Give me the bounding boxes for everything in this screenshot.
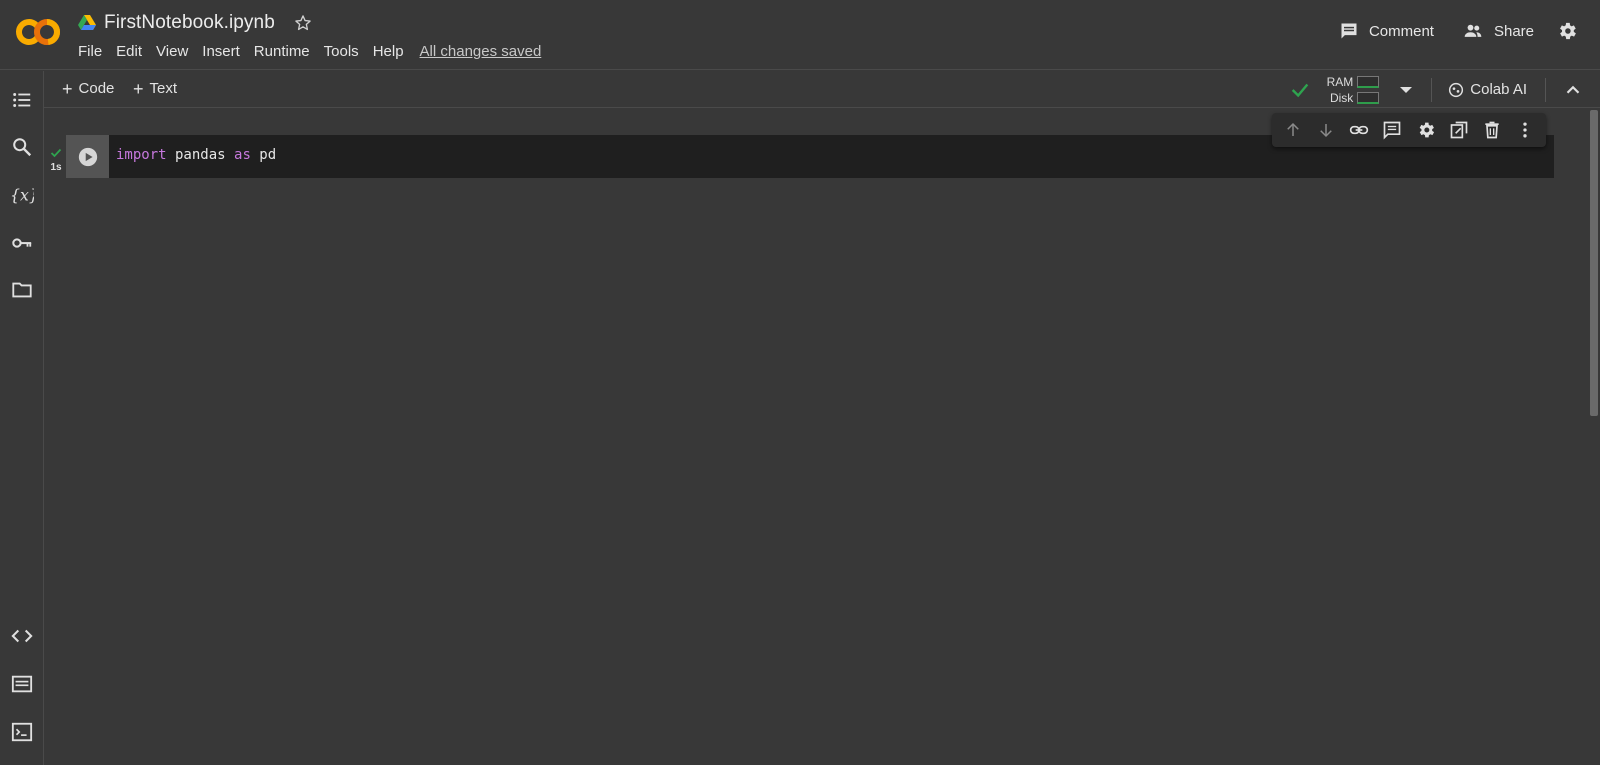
folder-icon [12,282,32,298]
save-status-link[interactable]: All changes saved [420,43,542,60]
menu-tools[interactable]: Tools [324,43,359,60]
code-text: pandas [166,147,235,163]
variables-icon[interactable]: {x} [10,183,34,207]
star-icon[interactable] [293,13,313,33]
code-editor[interactable]: import pandas as pd [116,147,276,163]
app-header: FirstNotebook.ipynb File Edit View Inser… [0,0,1600,70]
resource-bars[interactable] [1357,74,1380,106]
cell-settings-button[interactable] [1413,117,1439,143]
notebook-title[interactable]: FirstNotebook.ipynb [104,12,275,34]
comment-button[interactable]: Comment [1339,21,1434,41]
svg-text:{x}: {x} [10,186,34,205]
menu-edit[interactable]: Edit [116,43,142,60]
runtime-controls: RAM Disk Colab AI [1289,71,1600,108]
add-text-cell-button[interactable]: + Text [133,78,178,99]
colab-ai-label: Colab AI [1470,81,1527,98]
header-actions: Comment Share [1311,20,1578,42]
delete-cell-button[interactable] [1479,117,1505,143]
execution-time: 1s [50,162,62,173]
open-in-tab-icon [1450,121,1468,139]
add-text-label: Text [149,80,178,97]
cell-execution-status: 1s [48,145,64,173]
menu-view[interactable]: View [156,43,188,60]
menu-insert[interactable]: Insert [202,43,240,60]
colab-ai-icon [1449,82,1464,97]
search-icon[interactable] [10,135,34,159]
executed-check-icon [50,148,62,158]
more-vertical-icon [1523,122,1528,138]
disk-label: Disk [1329,90,1354,105]
add-code-label: Code [78,80,115,97]
code-text: pd [250,147,277,163]
table-of-contents-icon[interactable] [10,88,34,112]
code-keyword: as [234,147,251,163]
title-row: FirstNotebook.ipynb [78,10,313,36]
key-icon [12,238,32,248]
trash-icon [1485,121,1499,139]
braces-x-icon: {x} [10,186,34,205]
menu-runtime[interactable]: Runtime [254,43,310,60]
terminal-prompt-icon [11,722,33,742]
scrollbar-thumb[interactable] [1590,110,1598,416]
connected-check-icon[interactable] [1289,79,1311,101]
code-keyword: import [116,147,167,163]
resource-labels[interactable]: RAM Disk [1327,74,1354,106]
mirror-cell-in-tab-button[interactable] [1446,117,1472,143]
play-icon [78,147,97,166]
terminal-icon[interactable] [10,720,34,744]
toolbar-divider [1545,77,1546,102]
notebook-scrollbar[interactable] [1588,108,1600,765]
menu-help[interactable]: Help [373,43,404,60]
more-actions-button[interactable] [1512,117,1538,143]
cell-toolbar [1272,113,1546,147]
plus-icon: + [133,78,144,99]
ram-label: RAM [1326,74,1354,89]
share-label: Share [1493,22,1534,40]
files-folder-icon[interactable] [10,278,34,302]
ram-usage-bar [1357,75,1380,88]
arrow-down-icon [1320,124,1332,138]
angle-brackets-icon [11,629,33,643]
plus-icon: + [62,78,73,99]
link-icon [1349,125,1369,135]
move-cell-down-button[interactable] [1313,117,1339,143]
magnifier-icon [13,138,32,157]
add-comment-button[interactable] [1379,117,1405,143]
comment-icon [1384,121,1401,140]
keyboard-icon [11,675,33,693]
settings-gear-icon[interactable] [1556,20,1578,42]
left-sidebar-rail: {x} [0,71,44,765]
list-icon [13,93,31,107]
comment-icon [1341,23,1357,39]
run-cell-button[interactable] [66,135,109,178]
colab-logo-icon[interactable] [14,17,62,47]
arrow-up-icon [1286,122,1299,136]
code-snippets-icon[interactable] [10,624,34,648]
notebook-toolbar: + Code + Text RAM Disk Colab AI [44,71,1600,108]
menu-bar: File Edit View Insert Runtime Tools Help… [78,43,555,60]
menu-file[interactable]: File [78,43,102,60]
comment-label: Comment [1368,22,1434,40]
collapse-header-chevron-up-icon[interactable] [1562,79,1584,101]
colab-ai-button[interactable]: Colab AI [1448,81,1527,98]
secrets-key-icon[interactable] [10,231,34,255]
people-icon [1464,24,1482,37]
command-palette-icon[interactable] [10,672,34,696]
google-drive-icon[interactable] [78,15,96,31]
toolbar-divider [1431,77,1433,102]
copy-cell-link-button[interactable] [1346,117,1372,143]
gear-icon [1419,122,1434,138]
share-button[interactable]: Share [1462,21,1534,41]
move-cell-up-button[interactable] [1280,117,1306,143]
disk-usage-bar [1357,91,1380,104]
runtime-dropdown-icon[interactable] [1391,80,1421,100]
add-code-cell-button[interactable]: + Code [62,78,115,99]
